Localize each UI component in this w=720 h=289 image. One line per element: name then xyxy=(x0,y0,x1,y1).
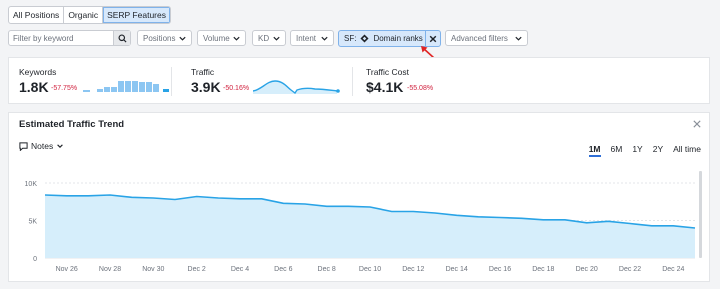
x-tick-label: Dec 18 xyxy=(532,266,554,273)
data-point[interactable] xyxy=(195,195,199,199)
data-point[interactable] xyxy=(411,210,415,214)
data-point[interactable] xyxy=(650,224,654,228)
metric-value: $4.1K xyxy=(366,79,404,95)
diamond-icon xyxy=(360,34,370,43)
chevron-down-icon xyxy=(233,36,240,41)
data-point[interactable] xyxy=(563,218,567,222)
x-tick-label: Dec 8 xyxy=(318,266,336,273)
data-point[interactable] xyxy=(151,196,155,200)
data-point[interactable] xyxy=(281,201,285,205)
x-tick-label: Dec 22 xyxy=(619,266,641,273)
x-tick-label: Dec 20 xyxy=(576,266,598,273)
sf-chip-prefix: SF: xyxy=(344,34,357,43)
data-point[interactable] xyxy=(585,221,589,225)
sf-chip-value: Domain ranks xyxy=(373,34,423,43)
tab-serp-features[interactable]: SERP Features xyxy=(103,7,170,23)
data-point[interactable] xyxy=(455,213,459,217)
data-point[interactable] xyxy=(130,195,134,199)
chevron-down-icon xyxy=(179,36,186,41)
x-tick-label: Nov 26 xyxy=(56,266,78,273)
chevron-down-icon xyxy=(515,36,522,41)
metric-name: Keywords xyxy=(19,67,57,77)
search-icon xyxy=(117,33,127,43)
y-tick-label: 5K xyxy=(28,219,37,226)
chevron-down-icon xyxy=(321,36,328,41)
data-point[interactable] xyxy=(520,216,524,220)
keywords-sparkline xyxy=(83,81,169,92)
metric-value: 1.8K xyxy=(19,79,49,95)
volume-dropdown-label: Volume xyxy=(203,33,230,43)
traffic-sparkline xyxy=(253,80,340,94)
data-point[interactable] xyxy=(43,193,47,197)
data-point[interactable] xyxy=(541,218,545,222)
data-point[interactable] xyxy=(108,193,112,197)
metric-traffic[interactable]: Traffic 3.9K -50.16% xyxy=(191,58,341,103)
volume-dropdown[interactable]: Volume xyxy=(197,30,246,46)
x-tick-label: Dec 10 xyxy=(359,266,381,273)
metric-traffic-cost[interactable]: Traffic Cost $4.1K -55.08% xyxy=(366,58,516,103)
metric-name: Traffic Cost xyxy=(366,67,409,77)
data-point[interactable] xyxy=(476,215,480,219)
keyword-filter xyxy=(8,30,131,46)
metric-value: 3.9K xyxy=(191,79,221,95)
data-point[interactable] xyxy=(216,196,220,200)
metric-divider xyxy=(171,67,172,96)
traffic-area xyxy=(45,195,695,258)
intent-dropdown-label: Intent xyxy=(296,33,317,43)
data-point[interactable] xyxy=(693,226,697,230)
range-brush-handle[interactable] xyxy=(699,171,702,258)
data-point[interactable] xyxy=(86,194,90,198)
intent-dropdown[interactable]: Intent xyxy=(290,30,334,46)
x-tick-label: Nov 28 xyxy=(99,266,121,273)
x-tick-label: Dec 12 xyxy=(402,266,424,273)
positions-dropdown-label: Positions xyxy=(143,33,176,43)
search-button[interactable] xyxy=(113,31,130,45)
close-icon xyxy=(429,35,437,42)
advanced-filters-dropdown[interactable]: Advanced filters xyxy=(445,30,528,46)
tab-all-positions[interactable]: All Positions xyxy=(9,7,65,23)
estimated-traffic-trend-card: Estimated Traffic Trend Notes 1M 6M 1Y 2… xyxy=(8,112,710,282)
kd-dropdown-label: KD xyxy=(258,33,270,43)
y-tick-label: 0 xyxy=(33,256,37,263)
x-tick-label: Nov 30 xyxy=(142,266,164,273)
data-point[interactable] xyxy=(368,205,372,209)
x-tick-label: Dec 14 xyxy=(446,266,468,273)
data-point[interactable] xyxy=(390,210,394,214)
data-point[interactable] xyxy=(671,224,675,228)
data-point[interactable] xyxy=(346,204,350,208)
metric-change: -55.08% xyxy=(407,85,434,92)
data-point[interactable] xyxy=(628,222,632,226)
position-type-switch: All Positions Organic SERP Features xyxy=(8,6,171,24)
kd-dropdown[interactable]: KD xyxy=(252,30,286,46)
tab-organic[interactable]: Organic xyxy=(64,7,104,23)
metric-name: Traffic xyxy=(191,67,215,77)
data-point[interactable] xyxy=(238,197,242,201)
data-point[interactable] xyxy=(173,198,177,202)
x-tick-label: Dec 6 xyxy=(274,266,292,273)
chevron-down-icon xyxy=(273,36,280,41)
metric-keywords[interactable]: Keywords 1.8K -57.75% xyxy=(19,58,169,103)
data-point[interactable] xyxy=(606,219,610,223)
data-point[interactable] xyxy=(325,204,329,208)
x-tick-label: Dec 24 xyxy=(662,266,684,273)
data-point[interactable] xyxy=(65,194,69,198)
x-tick-label: Dec 2 xyxy=(188,266,206,273)
positions-dropdown[interactable]: Positions xyxy=(137,30,192,46)
y-tick-label: 10K xyxy=(25,181,38,188)
data-point[interactable] xyxy=(303,202,307,206)
metric-divider xyxy=(352,67,353,96)
x-tick-label: Dec 16 xyxy=(489,266,511,273)
metric-change: -57.75% xyxy=(51,85,78,92)
x-tick-label: Dec 4 xyxy=(231,266,249,273)
traffic-trend-chart[interactable]: 0 5K 10K Nov 26 Nov 28 Nov 30 Dec 2 Dec 4 Dec 6 D… xyxy=(9,113,709,281)
data-point[interactable] xyxy=(498,216,502,220)
metrics-summary-card: Keywords 1.8K -57.75% Traffic 3.9K -50.1… xyxy=(8,57,710,104)
keyword-filter-input[interactable] xyxy=(9,31,113,45)
data-point[interactable] xyxy=(433,211,437,215)
advanced-filters-label: Advanced filters xyxy=(451,33,508,43)
metric-change: -50.16% xyxy=(223,85,250,92)
data-point[interactable] xyxy=(260,197,264,201)
